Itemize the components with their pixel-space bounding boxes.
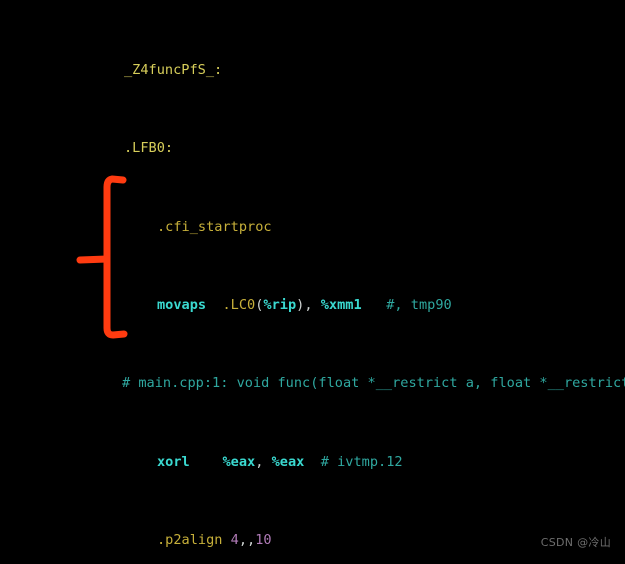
source-comment: # main.cpp:1: void func(float *__restric…: [122, 375, 625, 392]
symbol-label: .LFB0:: [124, 140, 174, 157]
code-line: .cfi_startproc: [0, 218, 625, 238]
watermark: CSDN @冷山: [540, 536, 611, 549]
code-line: movaps .LC0(%rip), %xmm1 #, tmp90: [157, 296, 452, 313]
code-line: .LFB0:: [0, 139, 625, 159]
mnemonic: movaps: [157, 296, 207, 313]
code-line: xorl %eax, %eax # ivtmp.12: [157, 453, 403, 470]
code-line: # main.cpp:1: void func(float *__restric…: [0, 374, 625, 394]
directive: .cfi_startproc: [157, 218, 272, 235]
symbol-label: _Z4funcPfS_:: [124, 61, 223, 78]
assembly-code-listing[interactable]: _Z4funcPfS_: .LFB0: .cfi_startproc movap…: [0, 0, 625, 564]
code-line: _Z4funcPfS_:: [0, 61, 625, 81]
code-viewer: _Z4funcPfS_: .LFB0: .cfi_startproc movap…: [0, 0, 625, 564]
mnemonic: xorl: [157, 453, 190, 470]
code-line: .p2align 4,,10: [157, 532, 272, 549]
